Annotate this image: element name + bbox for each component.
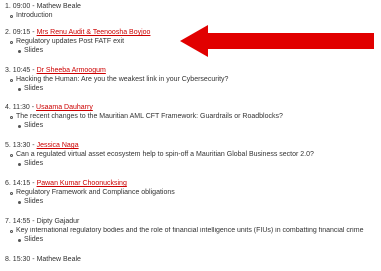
speaker-link[interactable]: Dr Sheeba Armoogum <box>37 67 106 74</box>
topic-line: Can a regulated virtual asset ecosystem … <box>5 151 381 160</box>
slides-link[interactable]: Slides <box>24 160 43 167</box>
topic-text: Regulatory Framework and Compliance obli… <box>16 189 175 196</box>
item-time: 10:45 <box>12 67 31 74</box>
topic-line: The recent changes to the Mauritian AML … <box>5 113 381 122</box>
topic-text: Key international regulatory bodies and … <box>16 227 364 234</box>
disc-bullet-icon <box>18 88 21 91</box>
disc-bullet-icon <box>18 163 21 166</box>
item-time: 13:30 <box>12 142 31 149</box>
slides-line: Slides <box>5 85 381 94</box>
circle-bullet-icon <box>10 230 13 233</box>
red-arrow-icon <box>180 25 374 57</box>
slides-line: Slides <box>5 236 381 245</box>
agenda-item-heading: 4. 11:30 - Usaama Dauharry <box>5 104 381 113</box>
item-number: 6. <box>5 180 11 187</box>
slides-line: Slides <box>5 198 381 207</box>
slides-link[interactable]: Slides <box>24 85 43 92</box>
topic-text: Can a regulated virtual asset ecosystem … <box>16 151 314 158</box>
agenda-item: 4. 11:30 - Usaama Dauharry The recent ch… <box>5 104 381 131</box>
agenda-item: 3. 10:45 - Dr Sheeba Armoogum Hacking th… <box>5 67 381 94</box>
slides-link[interactable]: Slides <box>24 198 43 205</box>
speaker-link[interactable]: Pawan Kumar Choonucksing <box>37 180 127 187</box>
topic-line: Hacking the Human: Are you the weakest l… <box>5 76 381 85</box>
arrow-shape <box>180 25 374 57</box>
topic-line: Key international regulatory bodies and … <box>5 227 381 236</box>
item-number: 1. <box>5 3 11 10</box>
agenda-item: 7. 14:55 - Dipty Gajadur Key internation… <box>5 218 381 245</box>
item-time: 09:15 <box>12 29 31 36</box>
item-number: 4. <box>5 104 11 111</box>
circle-bullet-icon <box>10 192 13 195</box>
agenda-item-heading: 3. 10:45 - Dr Sheeba Armoogum <box>5 67 381 76</box>
agenda-item-heading: 8. 15:30 - Mathew Beale <box>5 256 381 265</box>
topic-text: Hacking the Human: Are you the weakest l… <box>16 76 229 83</box>
circle-bullet-icon <box>10 15 13 18</box>
circle-bullet-icon <box>10 79 13 82</box>
item-number: 8. <box>5 256 11 263</box>
agenda-item: 5. 13:30 - Jessica Naga Can a regulated … <box>5 142 381 169</box>
disc-bullet-icon <box>18 201 21 204</box>
speaker-name: Mathew Beale <box>36 3 81 10</box>
item-time: 14:15 <box>12 180 31 187</box>
item-time: 11:30 <box>12 104 30 111</box>
circle-bullet-icon <box>10 154 13 157</box>
agenda-item-heading: 1. 09:00 - Mathew Beale <box>5 3 381 12</box>
speaker-link[interactable]: Jessica Naga <box>37 142 79 149</box>
topic-line: Introduction <box>5 12 381 21</box>
circle-bullet-icon <box>10 41 13 44</box>
slides-link[interactable]: Slides <box>24 122 43 129</box>
disc-bullet-icon <box>18 239 21 242</box>
agenda-item-heading: 7. 14:55 - Dipty Gajadur <box>5 218 381 227</box>
slides-line: Slides <box>5 160 381 169</box>
topic-line: Regulatory Framework and Compliance obli… <box>5 189 381 198</box>
topic-text: Introduction <box>16 12 53 19</box>
disc-bullet-icon <box>18 125 21 128</box>
item-number: 7. <box>5 218 11 225</box>
speaker-link[interactable]: Mrs Renu Audit & Teenoosha Boyjoo <box>37 29 151 36</box>
topic-text: The recent changes to the Mauritian AML … <box>16 113 283 120</box>
slides-link[interactable]: Slides <box>24 47 43 54</box>
item-time: 14:55 <box>12 218 31 225</box>
item-time: 15:30 <box>12 256 31 263</box>
speaker-name: Mathew Beale <box>36 256 81 263</box>
slides-line: Slides <box>5 122 381 131</box>
speaker-link[interactable]: Usaama Dauharry <box>36 104 93 111</box>
item-time: 09:00 <box>12 3 31 10</box>
agenda-item: 8. 15:30 - Mathew Beale <box>5 256 381 265</box>
agenda-item: 1. 09:00 - Mathew Beale Introduction <box>5 3 381 21</box>
speaker-name: Dipty Gajadur <box>36 218 80 225</box>
disc-bullet-icon <box>18 50 21 53</box>
slides-link[interactable]: Slides <box>24 236 43 243</box>
item-number: 5. <box>5 142 11 149</box>
agenda-item: 6. 14:15 - Pawan Kumar Choonucksing Regu… <box>5 180 381 207</box>
agenda-item-heading: 6. 14:15 - Pawan Kumar Choonucksing <box>5 180 381 189</box>
agenda-item-heading: 5. 13:30 - Jessica Naga <box>5 142 381 151</box>
item-number: 2. <box>5 29 11 36</box>
circle-bullet-icon <box>10 116 13 119</box>
item-number: 3. <box>5 67 11 74</box>
topic-text: Regulatory updates Post FATF exit <box>16 38 125 45</box>
